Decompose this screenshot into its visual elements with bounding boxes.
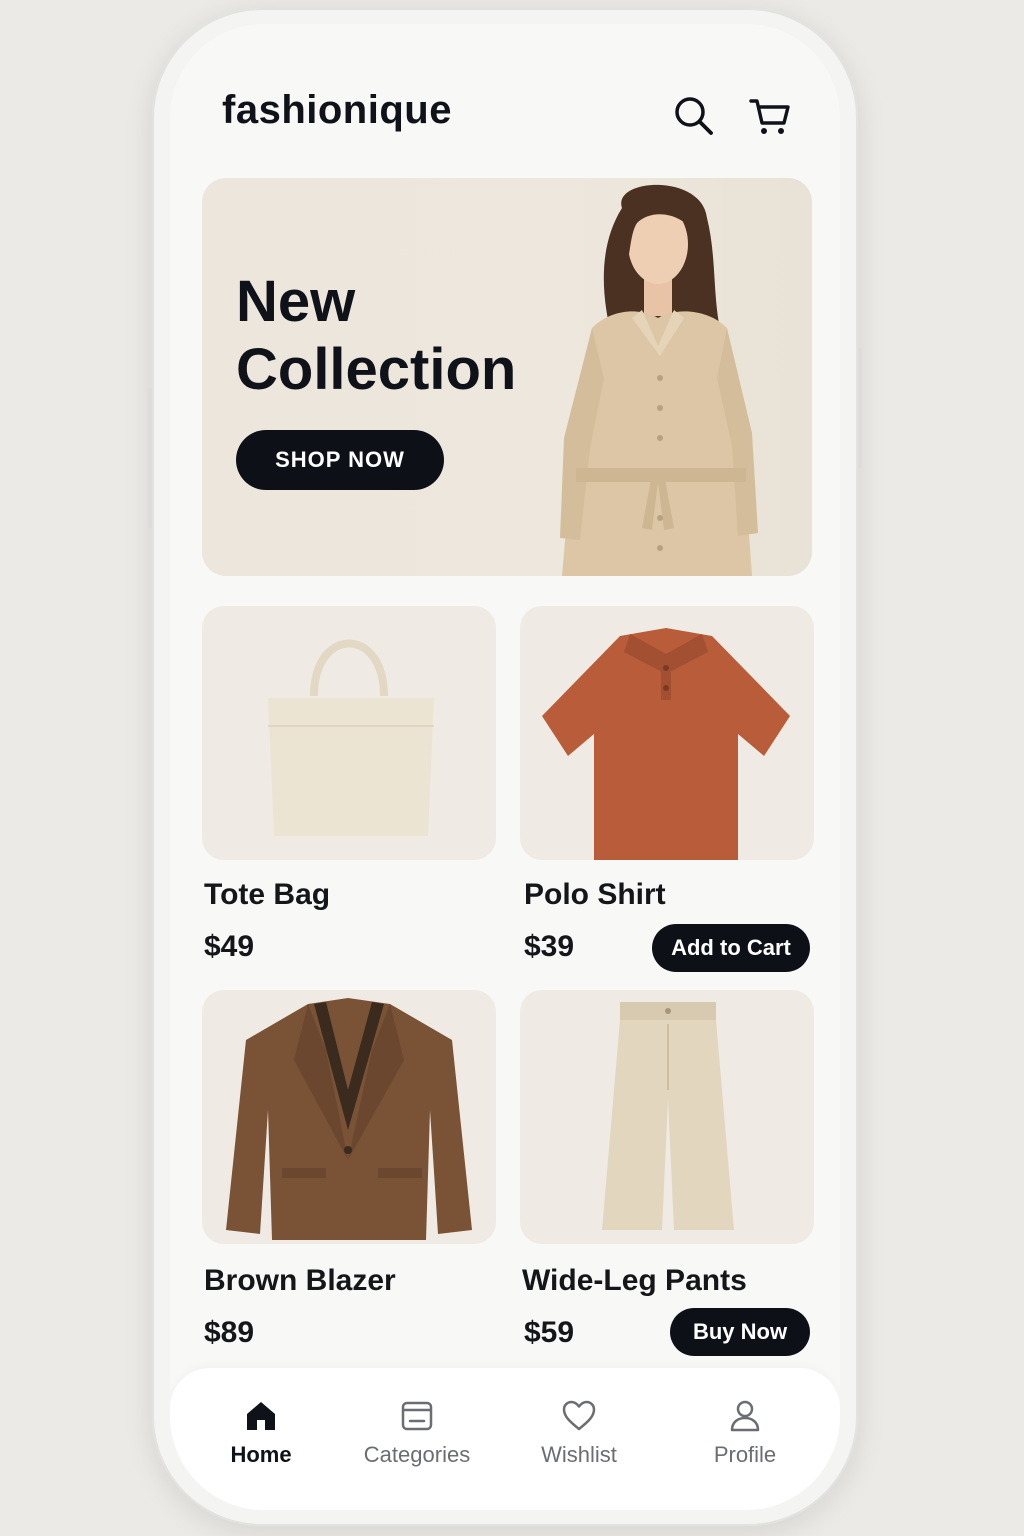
- hero-model-image: [560, 184, 758, 576]
- product-name[interactable]: Wide-Leg Pants: [522, 1264, 747, 1298]
- product-image-polo-shirt[interactable]: [520, 606, 814, 860]
- buy-now-button[interactable]: Buy Now: [670, 1308, 810, 1356]
- app-screen: fashionique New Collection SHOP NOW Tote…: [170, 24, 840, 1510]
- bottom-nav: Home Categories Wishlist Profile: [170, 1368, 840, 1510]
- product-price: $59: [524, 1316, 575, 1349]
- shop-now-button[interactable]: SHOP NOW: [236, 430, 444, 490]
- cart-icon[interactable]: [748, 94, 792, 138]
- nav-item-categories[interactable]: Categories: [342, 1398, 492, 1468]
- home-icon: [247, 1402, 275, 1430]
- product-price: $89: [204, 1316, 255, 1349]
- product-name[interactable]: Polo Shirt: [524, 878, 666, 912]
- product-name[interactable]: Brown Blazer: [204, 1264, 396, 1298]
- nav-item-home[interactable]: Home: [186, 1398, 336, 1468]
- product-image-tote-bag[interactable]: [202, 606, 496, 860]
- product-image-brown-blazer[interactable]: [202, 990, 496, 1244]
- nav-item-profile[interactable]: Profile: [670, 1398, 820, 1468]
- brand-logo[interactable]: fashionique: [222, 88, 452, 133]
- categories-icon: [401, 1401, 433, 1431]
- hero-banner[interactable]: New Collection SHOP NOW: [202, 178, 812, 576]
- phone-frame: fashionique New Collection SHOP NOW Tote…: [148, 8, 862, 1526]
- heart-icon: [562, 1400, 596, 1431]
- nav-label: Profile: [713, 1442, 777, 1467]
- search-icon[interactable]: [672, 94, 716, 138]
- add-to-cart-button[interactable]: Add to Cart: [652, 924, 810, 972]
- nav-label: Wishlist: [541, 1442, 617, 1467]
- nav-item-wishlist[interactable]: Wishlist: [504, 1398, 654, 1468]
- product-image-wide-leg-pants[interactable]: [520, 990, 814, 1244]
- product-price: $39: [524, 930, 575, 963]
- side-button: [148, 388, 152, 528]
- nav-label: Categories: [363, 1442, 471, 1467]
- product-name[interactable]: Tote Bag: [204, 878, 330, 912]
- user-icon: [730, 1400, 760, 1432]
- product-price: $49: [204, 930, 255, 963]
- nav-label: Home: [230, 1442, 292, 1467]
- side-button: [858, 348, 862, 468]
